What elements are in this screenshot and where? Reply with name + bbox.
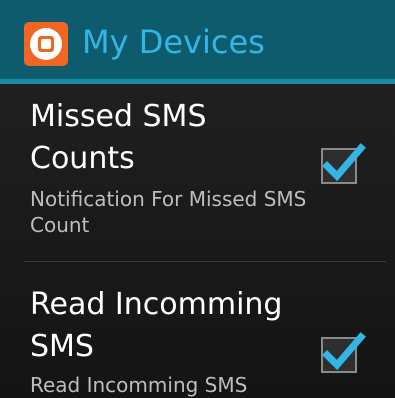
missed-sms-counts-checkbox[interactable]: [321, 143, 366, 184]
app-logo-icon[interactable]: [24, 22, 68, 66]
action-bar: My Devices: [0, 0, 395, 84]
preference-title: Missed SMS Counts: [30, 99, 207, 176]
preference-title: Read Incomming SMS: [30, 287, 283, 364]
preference-summary: Notification For Missed SMS Count: [30, 187, 307, 237]
preference-missed-sms-counts[interactable]: Missed SMS Counts Notification For Misse…: [0, 84, 395, 261]
checkmark-icon: [322, 332, 366, 371]
preference-read-incomming-sms[interactable]: Read Incomming SMS Read Incomming SMS: [0, 262, 395, 398]
settings-screen: My Devices Missed SMS Counts Notificatio…: [0, 0, 395, 398]
checkmark-icon: [322, 143, 366, 182]
page-title: My Devices: [82, 23, 265, 61]
read-incomming-sms-checkbox[interactable]: [321, 332, 366, 373]
preference-summary: Read Incomming SMS: [30, 373, 248, 397]
